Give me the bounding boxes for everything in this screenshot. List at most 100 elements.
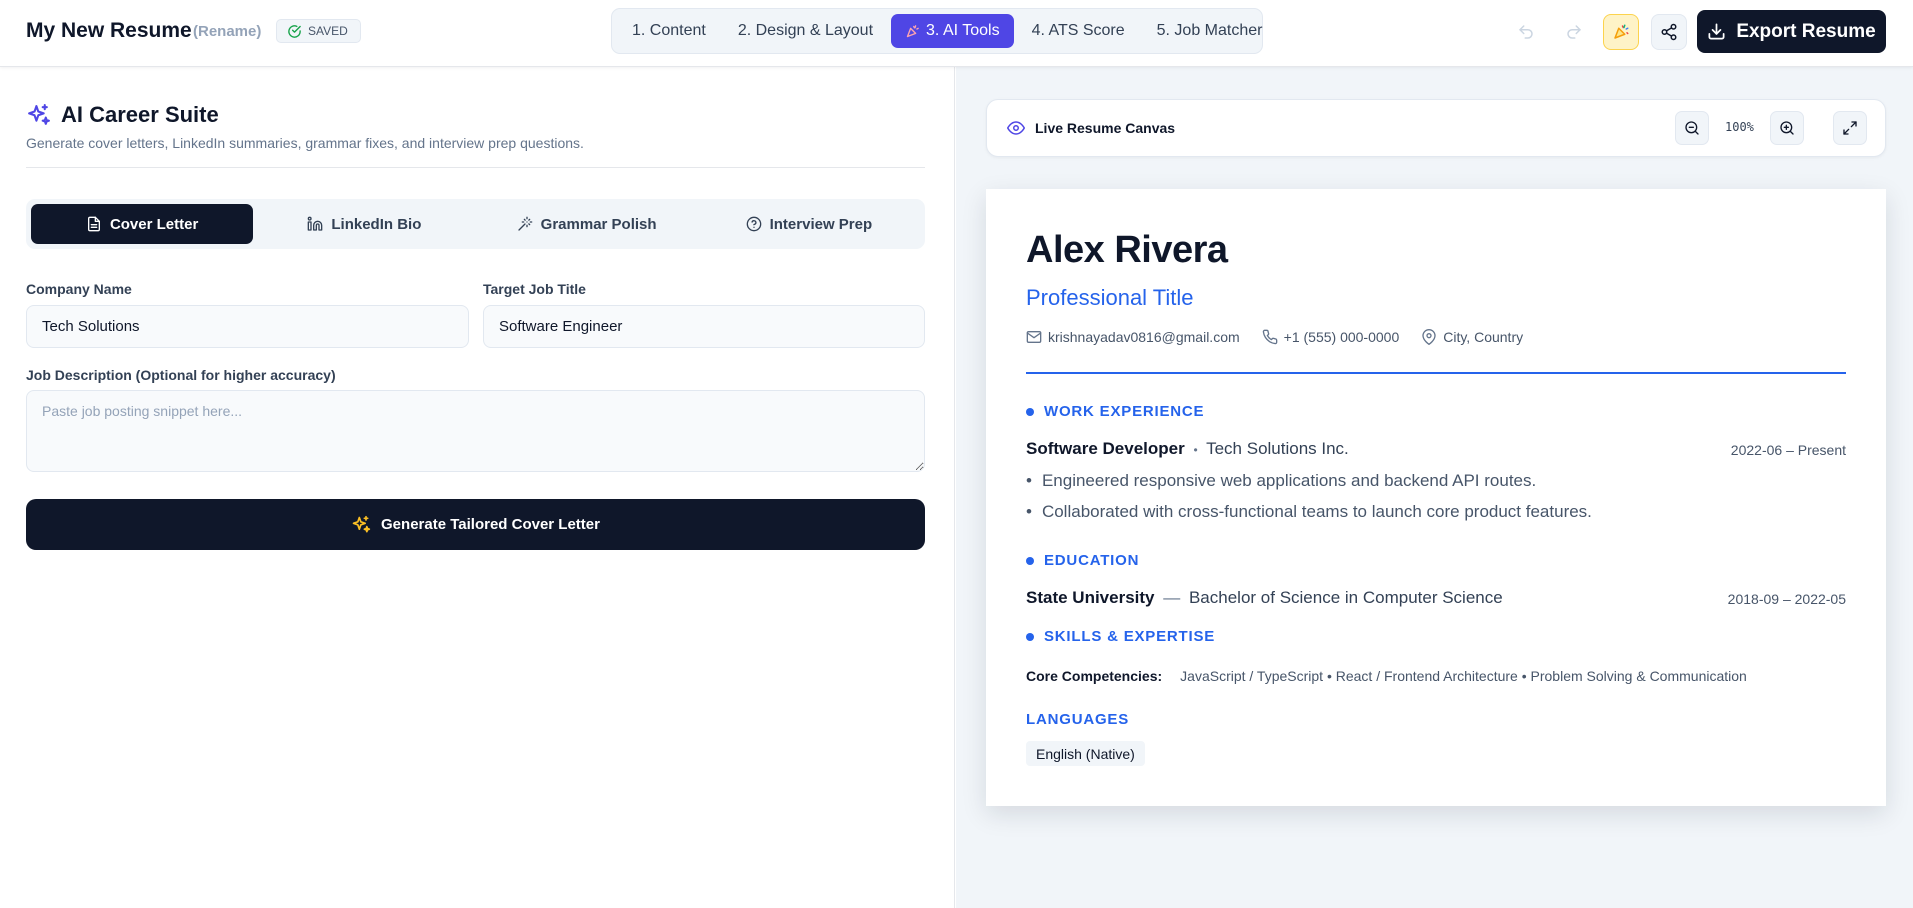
education-separator: — [1163,588,1181,607]
linkedin-icon [308,216,323,231]
step-label: 2. Design & Layout [737,22,874,39]
resume-preview-panel: Live Resume Canvas 100% Alex Rivera Prof… [956,67,1913,908]
tab-label: Cover Letter [109,215,199,233]
tab-label: Grammar Polish [540,215,657,233]
zoom-out-button[interactable] [1675,111,1709,145]
export-label: Export Resume [1736,20,1876,42]
saved-badge: SAVED [276,19,361,43]
education-school: State University [1026,588,1155,607]
tab-grammar-polish[interactable]: Grammar Polish [476,204,698,244]
check-circle-icon [288,24,301,38]
education-degree: Bachelor of Science in Computer Science [1188,588,1503,607]
experience-bullet: • Collaborated with cross-functional team… [1026,502,1592,521]
section-dot [1026,556,1034,565]
section-heading: EDUCATION [1044,552,1140,569]
skills-label: Core Competencies: [1026,668,1163,684]
ai-tool-tabs: Cover Letter LinkedIn Bio Grammar Polish… [26,199,925,249]
experience-company: Tech Solutions Inc. [1206,439,1349,458]
map-pin-icon [1422,329,1436,345]
bullet-text: Engineered responsive web applications a… [1041,471,1537,490]
fullscreen-button[interactable] [1833,111,1867,145]
top-bar: My New Resume (Rename) SAVED 1. Content … [0,0,1913,67]
phone-text: +1 (555) 000-0000 [1283,329,1400,345]
step-ats-score[interactable]: 4. ATS Score [1018,14,1139,48]
job-description-label: Job Description (Optional for higher acc… [26,367,336,383]
share-button[interactable] [1651,14,1687,50]
target-job-title-label: Target Job Title [483,281,586,297]
undo-button[interactable] [1508,14,1544,50]
step-label: 3. AI Tools [926,22,1000,39]
section-skills: SKILLS & EXPERTISE [1026,628,1215,645]
ai-tools-panel: AI Career Suite Generate cover letters, … [0,67,955,908]
export-resume-button[interactable]: Export Resume [1697,10,1886,53]
resume-professional-title: Professional Title [1026,285,1194,310]
skills-value: JavaScript / TypeScript • React / Fronte… [1180,668,1747,684]
suite-header: AI Career Suite [26,102,219,128]
party-popper-icon [906,24,919,37]
language-chip: English (Native) [1026,741,1145,766]
zoom-in-button[interactable] [1770,111,1804,145]
rename-link[interactable]: (Rename) [193,23,261,40]
saved-label: SAVED [308,24,348,38]
mail-icon [1026,331,1042,343]
contact-phone: +1 (555) 000-0000 [1262,329,1400,345]
email-text: krishnayadav0816@gmail.com [1048,329,1240,345]
contact-email: krishnayadav0816@gmail.com [1026,329,1240,345]
canvas-toolbar: Live Resume Canvas 100% [986,99,1886,157]
zoom-level: 100% [1725,120,1754,134]
company-name-label: Company Name [26,281,132,297]
magic-wand-icon [518,216,533,231]
contact-location: City, Country [1421,329,1523,345]
step-label: 5. Job Matcher [1156,22,1263,39]
suite-title: AI Career Suite [61,102,219,127]
tab-cover-letter[interactable]: Cover Letter [31,204,254,244]
canvas-label: Live Resume Canvas [1007,119,1175,137]
experience-bullet: • Engineered responsive web applications … [1026,471,1537,490]
generate-cover-letter-button[interactable]: Generate Tailored Cover Letter [26,499,925,550]
step-design-layout[interactable]: 2. Design & Layout [724,14,887,48]
section-work-experience: WORK EXPERIENCE [1026,403,1204,420]
tab-linkedin-bio[interactable]: LinkedIn Bio [253,204,475,244]
skills-row: Core Competencies: JavaScript / TypeScrip… [1026,668,1747,684]
step-job-matcher[interactable]: 5. Job Matcher [1143,14,1277,48]
section-languages: LANGUAGES [1026,711,1130,728]
experience-separator: • [1193,443,1198,457]
company-name-input[interactable] [26,305,469,348]
zoom-out-icon [1685,121,1699,135]
tab-label: LinkedIn Bio [331,215,422,233]
sparkles-icon [352,515,371,532]
redo-icon [1567,25,1581,39]
document-title: My New Resume [26,19,192,42]
resume-page: Alex Rivera Professional Title krishnaya… [986,189,1886,806]
target-job-title-input[interactable] [483,305,925,348]
zoom-in-icon [1780,121,1794,135]
divider [26,167,925,168]
location-text: City, Country [1443,329,1524,345]
generate-label: Generate Tailored Cover Letter [381,516,600,533]
tab-interview-prep[interactable]: Interview Prep [698,204,920,244]
section-dot [1026,632,1034,641]
header-rule [1026,372,1846,374]
step-label: 4. ATS Score [1031,22,1125,39]
step-content[interactable]: 1. Content [618,14,720,48]
eye-icon [1007,121,1025,135]
experience-dates: 2022-06 – Present [1730,442,1846,458]
party-popper-icon [1614,24,1629,39]
suite-subtitle: Generate cover letters, LinkedIn summari… [26,135,584,151]
step-ai-tools[interactable]: 3. AI Tools [891,14,1014,48]
celebrate-button[interactable] [1603,14,1639,50]
section-dot [1026,407,1034,416]
section-heading: SKILLS & EXPERTISE [1044,628,1216,645]
step-label: 1. Content [632,22,706,39]
expand-icon [1843,121,1857,135]
sparkles-icon [28,103,50,125]
document-icon [87,216,100,232]
canvas-label-text: Live Resume Canvas [1035,120,1176,136]
redo-button[interactable] [1556,14,1592,50]
experience-row: Software Developer • Tech Solutions Inc. [1026,439,1349,459]
section-heading: WORK EXPERIENCE [1044,403,1205,420]
experience-role: Software Developer [1026,439,1185,458]
section-education: EDUCATION [1026,552,1139,569]
bullet-text: Collaborated with cross-functional teams… [1041,502,1592,521]
job-description-textarea[interactable] [26,390,925,472]
